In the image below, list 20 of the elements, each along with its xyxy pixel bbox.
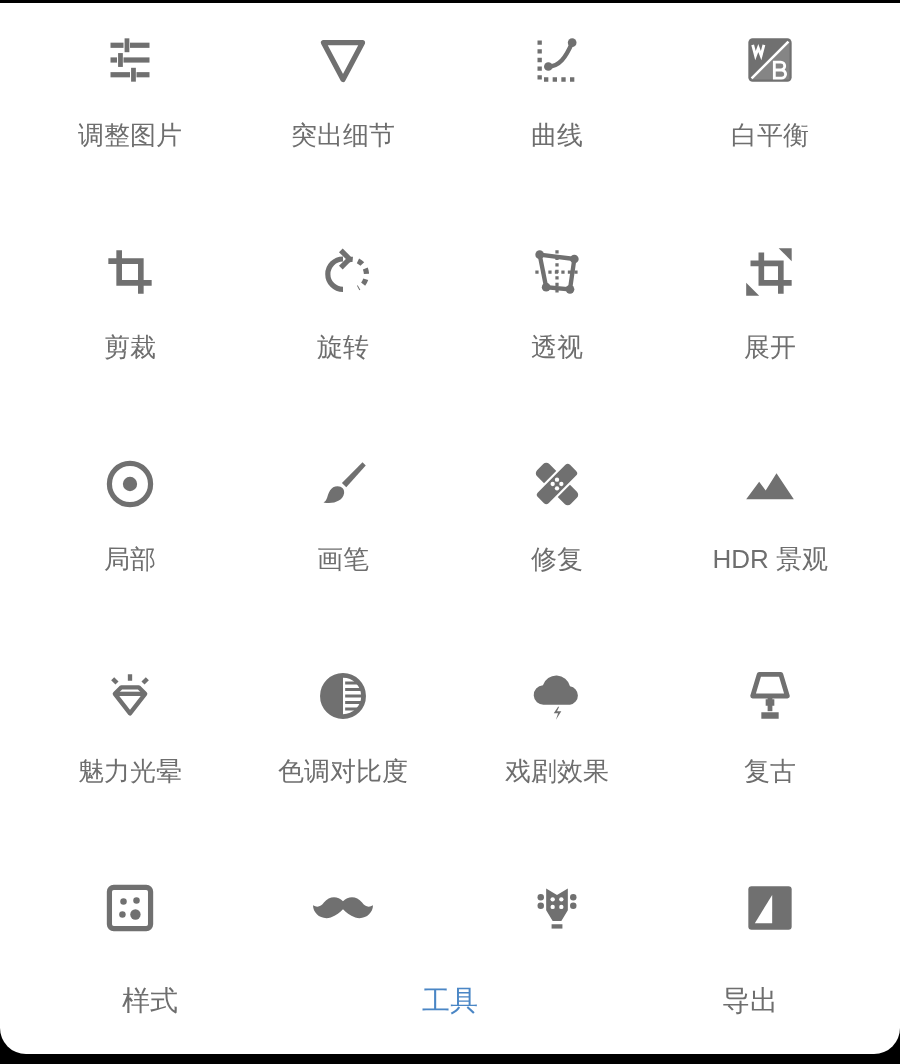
tool-button[interactable]: 展开 [663,215,877,427]
tool-button[interactable]: 魅力光晕 [23,639,237,851]
mustache-icon [313,897,374,919]
tool-button[interactable]: 白平衡 [663,3,877,215]
tool-button[interactable]: 透视 [450,215,664,427]
bottom-tab[interactable]: 导出 [714,983,786,1019]
tool-button[interactable]: 调整图片 [23,3,237,215]
tool-button[interactable]: 旋转 [236,215,450,427]
tool-button[interactable]: 复古 [663,639,877,851]
tool-button[interactable]: 剪裁 [23,215,237,427]
tool-button[interactable]: 突出细节 [236,3,450,215]
bottom-tab[interactable]: 工具 [414,983,486,1019]
bottom-tab[interactable]: 样式 [114,983,186,1019]
tool-button[interactable]: 局部 [23,427,237,639]
tool-button[interactable]: 修复 [450,427,664,639]
tool-button[interactable]: HDR 景观 [663,427,877,639]
tool-button[interactable]: 色调对比度 [236,639,450,851]
tool-button[interactable]: 画笔 [236,427,450,639]
tool-button[interactable]: 戏剧效果 [450,639,664,851]
tool-button[interactable]: 曲线 [450,3,664,215]
